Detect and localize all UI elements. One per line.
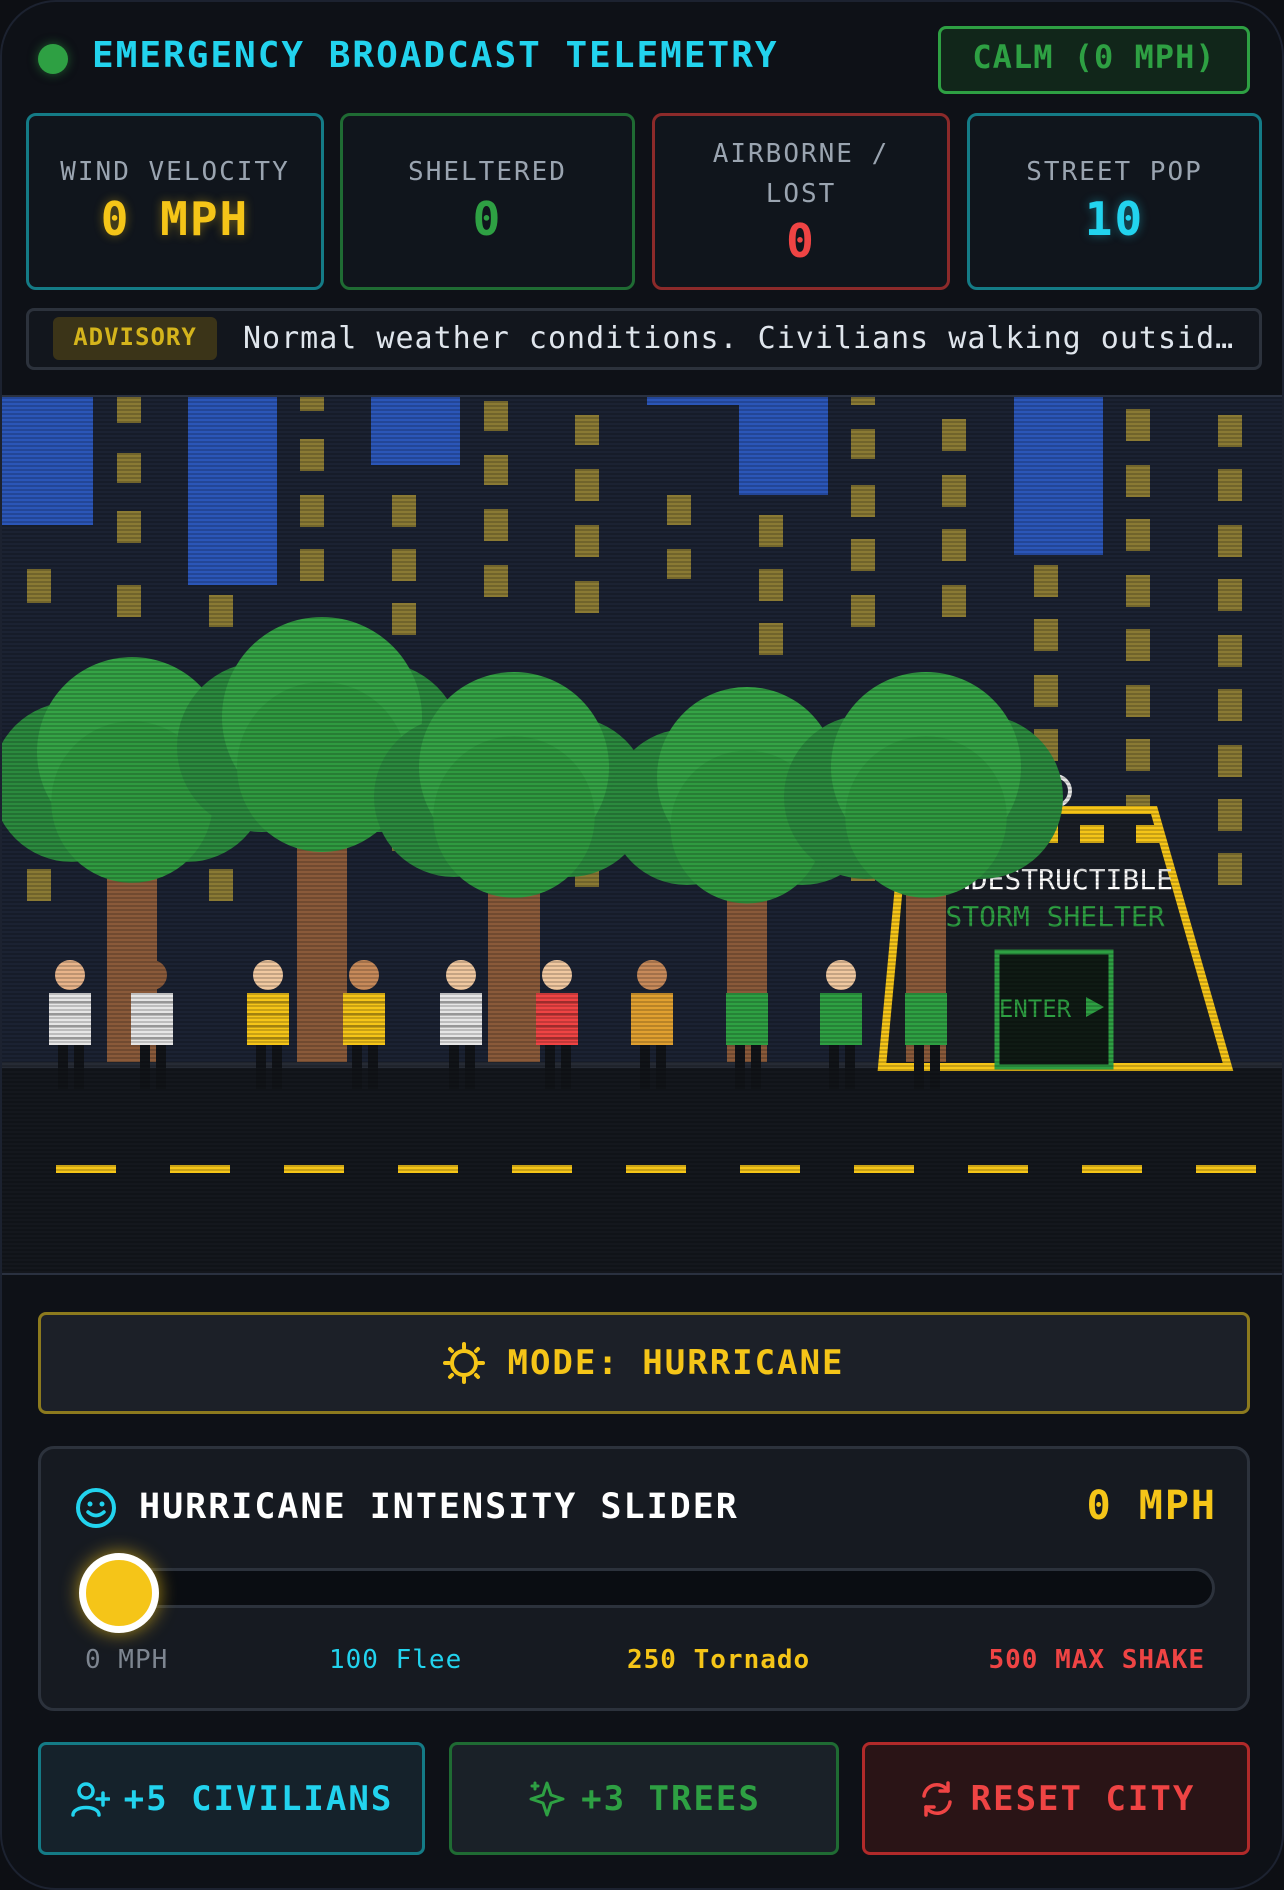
enter-label: ENTER — [999, 995, 1072, 1023]
wind-velocity-card: WIND VELOCITY 0 MPH — [26, 113, 324, 290]
street-pop-value: 10 — [1084, 192, 1145, 246]
sheltered-value: 0 — [472, 192, 503, 246]
sheltered-card: SHELTERED 0 — [340, 113, 635, 290]
street-pop-label: STREET POP — [1026, 157, 1203, 187]
sparkle-icon — [529, 1781, 565, 1816]
slider-title: HURRICANE INTENSITY SLIDER — [139, 1487, 739, 1527]
mode-toggle-button[interactable]: MODE: HURRICANE — [38, 1312, 1250, 1414]
add-civilians-button[interactable]: +5 CIVILIANS — [38, 1742, 425, 1855]
slider-track[interactable] — [81, 1568, 1215, 1608]
app-frame: EMERGENCY BROADCAST TELEMETRY CALM (0 MP… — [0, 0, 1284, 1890]
refresh-icon — [921, 1780, 952, 1817]
wind-velocity-value: 0 MPH — [100, 192, 250, 246]
reset-city-button[interactable]: RESET CITY — [862, 1742, 1250, 1855]
wind-velocity-label: WIND VELOCITY — [60, 157, 290, 187]
advisory-text: Normal weather conditions. Civilians wal… — [243, 321, 1243, 356]
page-title: EMERGENCY BROADCAST TELEMETRY — [92, 35, 779, 76]
shelter-subtitle: STORM SHELTER — [945, 900, 1164, 933]
city-scene[interactable]: INDESTRUCTIBLE STORM SHELTER ENTER — [2, 395, 1282, 1275]
tick-max: 500 MAX SHAKE — [988, 1645, 1205, 1675]
mode-label: MODE: HURRICANE — [507, 1343, 845, 1383]
advisory-bar: ADVISORY Normal weather conditions. Civi… — [26, 308, 1262, 370]
city-scene-canvas: INDESTRUCTIBLE STORM SHELTER ENTER — [2, 397, 1282, 1273]
add-civilians-label: +5 CIVILIANS — [123, 1778, 394, 1819]
lost-label: LOST — [765, 179, 837, 209]
smile-icon — [76, 1488, 116, 1528]
tick-min: 0 MPH — [85, 1645, 169, 1675]
slider-value: 0 MPH — [1086, 1483, 1217, 1529]
status-badge: CALM (0 MPH) — [938, 26, 1250, 94]
sun-icon — [443, 1342, 486, 1384]
tick-flee: 100 Flee — [329, 1645, 463, 1675]
airborne-lost-card: AIRBORNE / LOST 0 — [652, 113, 950, 290]
add-trees-label: +3 TREES — [581, 1778, 761, 1819]
header: EMERGENCY BROADCAST TELEMETRY CALM (0 MP… — [2, 2, 1282, 112]
live-indicator-dot — [38, 44, 68, 74]
street-pop-card: STREET POP 10 — [967, 113, 1262, 290]
intensity-slider-panel: HURRICANE INTENSITY SLIDER 0 MPH 0 MPH 1… — [38, 1446, 1250, 1711]
slider-thumb[interactable] — [79, 1553, 159, 1633]
airborne-lost-value: 0 — [786, 214, 816, 268]
reset-city-label: RESET CITY — [970, 1778, 1196, 1819]
user-plus-icon — [70, 1781, 110, 1817]
tick-tornado: 250 Tornado — [627, 1645, 811, 1675]
sheltered-label: SHELTERED — [408, 157, 567, 187]
airborne-label: AIRBORNE / — [712, 139, 890, 169]
add-trees-button[interactable]: +3 TREES — [449, 1742, 839, 1855]
advisory-badge: ADVISORY — [53, 317, 217, 360]
